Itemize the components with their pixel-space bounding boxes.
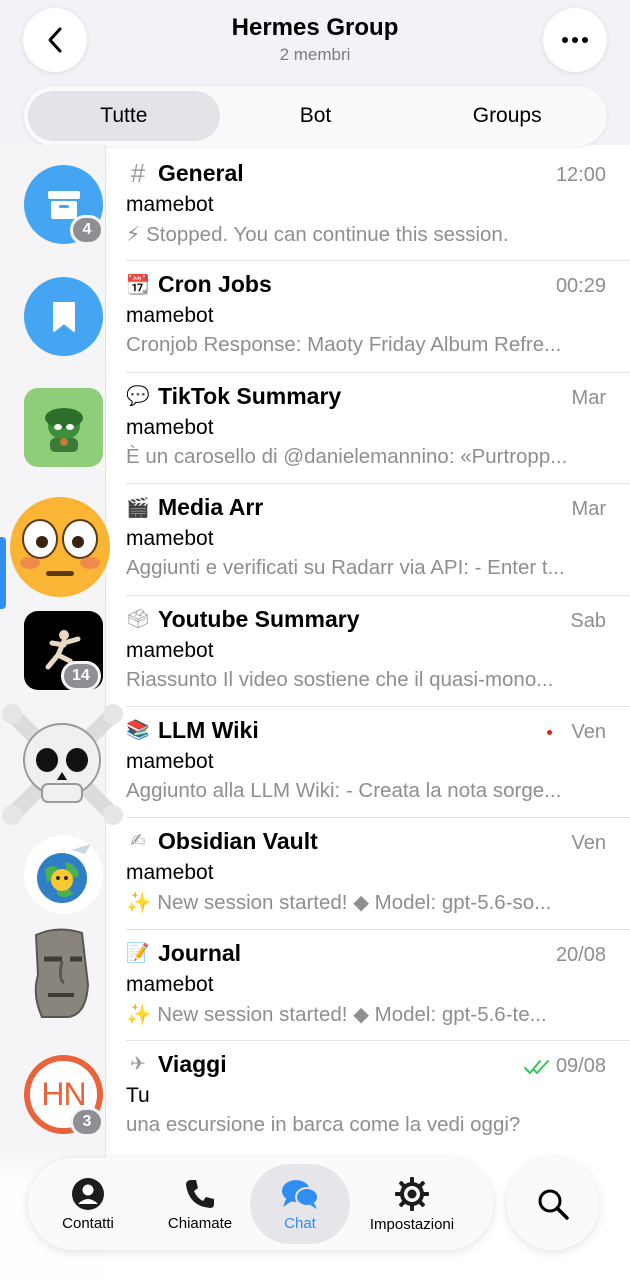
ballot-box-icon: 🗳: [125, 609, 151, 631]
chat-sender: mamebot: [126, 415, 214, 439]
chat-sender: mamebot: [126, 193, 214, 216]
chat-sender: mamebot: [126, 749, 214, 773]
speech-bubble-icon: 💬: [126, 386, 150, 408]
chat-preview: È un carosello di @danielemannino: «Purt…: [126, 444, 568, 468]
search-icon: [538, 1189, 569, 1220]
page-title: Hermes Group: [231, 14, 399, 41]
chat-time: 00:29: [555, 275, 606, 298]
chat-list: # General 12:00 mamebot ⚡ Stopped. You ca…: [106, 150, 630, 1153]
frog-avatar-icon: [44, 407, 83, 452]
tab-label: Impostazioni: [369, 1215, 455, 1233]
chat-title: LLM Wiki: [158, 716, 259, 743]
chat-preview: una escursione in barca come la vedi ogg…: [126, 1113, 521, 1137]
memo-icon: 📝: [126, 943, 150, 965]
chat-title: Viaggi: [158, 1051, 227, 1078]
chat-sender: mamebot: [126, 861, 214, 885]
filter-tabs: Tutte Bot Groups: [24, 86, 607, 146]
chat-row-journal[interactable]: 📝 Journal 20/08 mamebot ✨ New session sta…: [126, 930, 630, 1042]
gear-icon: [395, 1176, 429, 1211]
chat-title: General: [158, 160, 244, 186]
chat-preview: Aggiunto alla LLM Wiki: - Creata la nota…: [126, 778, 562, 802]
tab-bot[interactable]: Bot: [220, 91, 412, 141]
folder-saved[interactable]: [24, 277, 103, 356]
tab-label: Chat: [284, 1214, 316, 1232]
search-button[interactable]: [507, 1158, 599, 1250]
chat-preview: Riassunto Il video sostiene che il quasi…: [126, 667, 554, 691]
unread-dot: [546, 729, 552, 735]
chat-row-obsidian-vault[interactable]: ✍ Obsidian Vault Ven mamebot ✨ New sessio…: [126, 818, 630, 930]
chat-time: Ven: [571, 720, 606, 743]
unread-badge: 4: [70, 215, 104, 245]
bookmark-icon: [52, 301, 75, 332]
folder-moai[interactable]: [18, 925, 104, 1020]
chat-row-media-arr[interactable]: 🎬 Media Arr Mar mamebot Aggiunti e verifi…: [126, 484, 630, 596]
folder-sidebar: 4 14 HN 3: [0, 145, 123, 1280]
chat-preview: ✨ New session started! ◆ Model: gpt-5.6-…: [126, 1002, 547, 1026]
chat-title: Obsidian Vault: [158, 828, 318, 855]
chat-time: Sab: [570, 609, 606, 632]
chat-title: Journal: [158, 939, 242, 966]
calendar-icon: 📆: [126, 274, 150, 296]
tab-label: Contatti: [62, 1214, 114, 1232]
chat-row-llm-wiki[interactable]: 📚 LLM Wiki Ven mamebot Aggiunto alla LLM …: [126, 707, 630, 819]
chat-time: Mar: [571, 386, 606, 409]
chat-sender: Tu: [126, 1084, 150, 1108]
globe-traveler-avatar-icon: [36, 843, 91, 903]
tab-label: Chiamate: [167, 1214, 233, 1232]
chat-row-tiktok-summary[interactable]: 💬 TikTok Summary Mar mamebot È un carosel…: [126, 373, 630, 485]
chat-title: Media Arr: [158, 494, 264, 521]
tab-settings[interactable]: Impostazioni: [362, 1164, 462, 1244]
tab-chat[interactable]: Chat: [250, 1164, 350, 1244]
chat-row-youtube-summary[interactable]: 🗳 Youtube Summary Sab mamebot Riassunto I…: [126, 596, 630, 707]
ellipsis-icon: [562, 37, 588, 43]
chat-title: Cron Jobs: [158, 271, 272, 298]
chat-row-general[interactable]: # General 12:00 mamebot ⚡ Stopped. You ca…: [126, 150, 630, 262]
hashtag-icon: #: [130, 158, 146, 188]
flushed-face-emoji-icon: [11, 498, 109, 596]
clapper-board-icon: 🎬: [126, 497, 150, 519]
moai-emoji-icon: [34, 928, 90, 1018]
tab-bar: Contatti Chiamate Chat Impostazioni: [28, 1158, 493, 1250]
chat-row-viaggi[interactable]: ✈ Viaggi 09/08 Tu una escursione in barca…: [126, 1041, 630, 1152]
active-folder-indicator: [0, 537, 6, 609]
chat-bubbles-icon: [282, 1179, 319, 1209]
unread-badge: 3: [70, 1107, 104, 1137]
archive-icon: [47, 190, 80, 219]
more-button[interactable]: [543, 8, 607, 72]
chat-sender: mamebot: [126, 304, 214, 328]
person-circle-icon: [72, 1177, 104, 1210]
chat-time: 12:00: [555, 164, 606, 186]
tab-tutte[interactable]: Tutte: [28, 91, 220, 141]
phone-icon: [186, 1179, 214, 1208]
chat-sender: mamebot: [126, 972, 214, 996]
chat-time: Mar: [571, 498, 606, 521]
chat-preview: Aggiunti e verificati su Radarr via API:…: [126, 556, 565, 580]
double-check-icon: [523, 1059, 549, 1074]
folder-frog[interactable]: [24, 388, 103, 467]
chat-time: Ven: [571, 832, 606, 855]
chat-sender: mamebot: [126, 527, 214, 551]
chat-row-cron-jobs[interactable]: 📆 Cron Jobs 00:29 mamebot Cronjob Respons…: [126, 261, 630, 373]
airplane-icon: ✈: [130, 1054, 146, 1076]
chat-preview: ✨ New session started! ◆ Model: gpt-5.6-…: [126, 891, 552, 915]
books-icon: 📚: [126, 720, 150, 742]
header: Hermes Group 2 membri Tutte Bot Groups: [0, 0, 630, 146]
unread-badge: 14: [61, 661, 101, 691]
folder-flushed[interactable]: [10, 497, 110, 597]
writing-hand-icon: ✍: [130, 831, 146, 853]
chat-time: 20/08: [555, 943, 606, 966]
tab-contacts[interactable]: Contatti: [38, 1164, 138, 1244]
chat-preview: ⚡ Stopped. You can continue this session…: [126, 223, 509, 246]
chat-title: TikTok Summary: [158, 382, 342, 409]
tab-groups[interactable]: Groups: [411, 91, 603, 141]
chat-title: Youtube Summary: [158, 605, 360, 632]
member-count: 2 membri: [279, 45, 351, 64]
chat-preview: Cronjob Response: Maoty Friday Album Ref…: [126, 333, 562, 357]
chat-time: 09/08: [555, 1055, 606, 1078]
folder-travel[interactable]: [24, 835, 103, 914]
tab-calls[interactable]: Chiamate: [150, 1164, 250, 1244]
chat-sender: mamebot: [126, 638, 214, 662]
